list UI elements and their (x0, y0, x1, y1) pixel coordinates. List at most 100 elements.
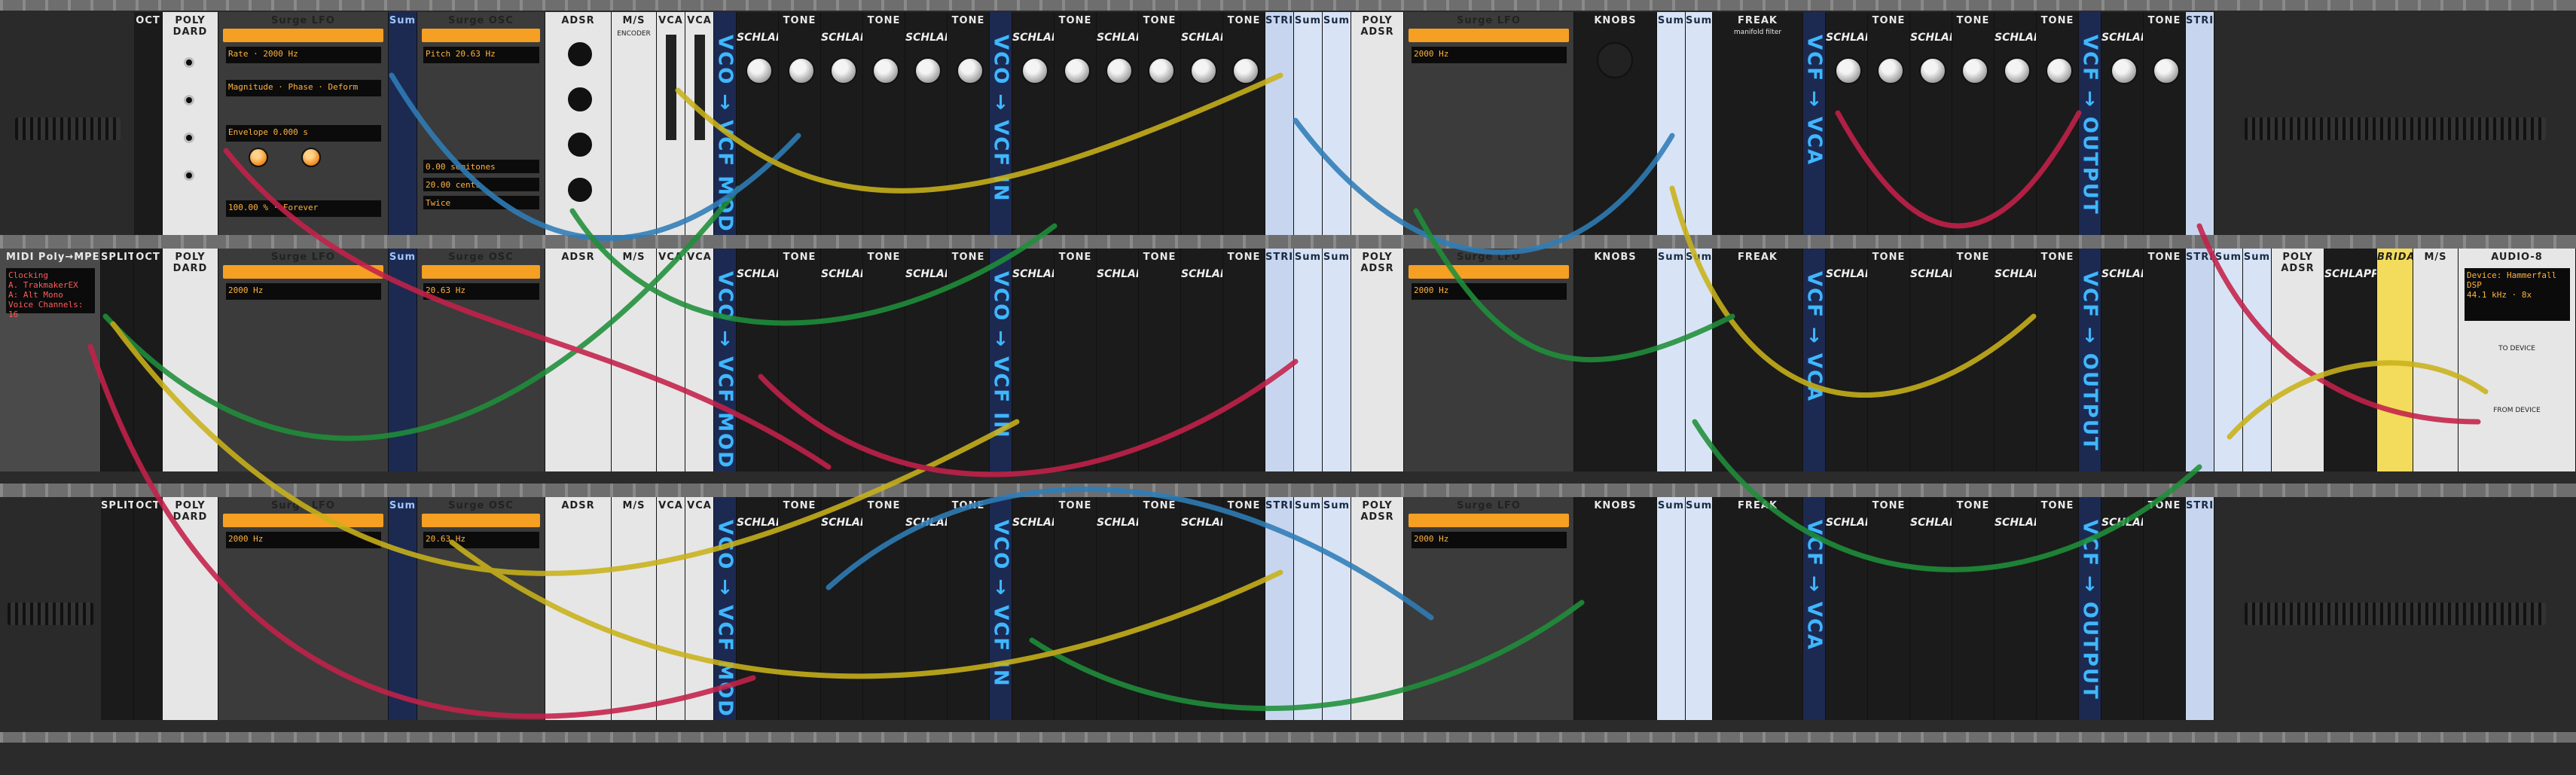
module-ms[interactable]: M/S (2413, 249, 2458, 471)
knob[interactable] (957, 57, 984, 84)
module-strip[interactable]: STRIP (1265, 12, 1294, 235)
pitch-display[interactable]: Pitch 20.63 Hz (423, 47, 539, 63)
module-schlappi[interactable]: SCHLAPPI (1826, 497, 1868, 720)
module-vca[interactable]: VCA (657, 249, 685, 471)
percent-display[interactable]: 100.00 % · Forever (226, 200, 381, 217)
module-knobs[interactable]: KNOBS (1574, 497, 1657, 720)
module-schlappi[interactable]: SCHLAPPI (737, 12, 779, 235)
module-surge-lfo[interactable]: Surge LFO 2000 Hz (1404, 12, 1574, 235)
module-vca[interactable]: VCA (657, 12, 685, 235)
module-poly-dard[interactable]: POLY DARD (163, 249, 218, 471)
module-knobs[interactable]: KNOBS (1574, 12, 1657, 235)
module-sum[interactable]: Sum (1323, 497, 1351, 720)
jack[interactable] (184, 57, 194, 68)
semitones-display[interactable]: 0.00 semitones (423, 160, 539, 173)
module-sum[interactable]: Sum (1294, 249, 1323, 471)
rate-display[interactable]: Rate · 2000 Hz (226, 47, 381, 63)
module-surge-lfo[interactable]: Surge LFO Rate · 2000 Hz Magnitude · Pha… (218, 12, 389, 235)
module-schlappi[interactable]: SCHLAPPI (1181, 249, 1223, 471)
module-surge-lfo[interactable]: Surge LFO 2000 Hz (1404, 497, 1574, 720)
knob[interactable] (746, 57, 773, 84)
module-tone[interactable]: TONE (863, 497, 905, 720)
module-adsr[interactable]: ADSR (545, 12, 612, 235)
module-tone[interactable]: TONE (2144, 12, 2186, 235)
module-sum[interactable]: Sum (1323, 12, 1351, 235)
module-sum[interactable]: Sum (2243, 249, 2272, 471)
module-surge-osc[interactable]: Surge OSC 20.63 Hz (417, 497, 545, 720)
module-schlappi[interactable]: SCHLAPPI (2101, 249, 2144, 471)
module-sum[interactable]: Sum (389, 497, 417, 720)
knob[interactable] (1835, 57, 1862, 84)
module-schlappi[interactable]: SCHLAPPI (1012, 497, 1055, 720)
knob[interactable] (249, 148, 268, 167)
attack-knob[interactable] (568, 42, 592, 66)
module-schlappi[interactable]: SCHLAPPI (1995, 249, 2037, 471)
module-schlappi[interactable]: SCHLAPPI (2324, 249, 2377, 471)
module-surge-osc[interactable]: Surge OSC 20.63 Hz (417, 249, 545, 471)
module-poly-dard[interactable]: POLY DARD (163, 12, 218, 235)
knob[interactable] (1919, 57, 1946, 84)
knob[interactable] (1961, 57, 1988, 84)
module-tone[interactable]: TONE (1055, 249, 1097, 471)
module-strip[interactable]: STRIP (1265, 249, 1294, 471)
module-schlappi[interactable]: SCHLAPPI (1012, 249, 1055, 471)
module-surge-lfo[interactable]: Surge LFO 2000 Hz (1404, 249, 1574, 471)
module-tone[interactable]: TONE (1223, 12, 1265, 235)
module-vca[interactable]: VCA (685, 497, 714, 720)
module-sum[interactable]: Sum (1657, 249, 1686, 471)
knob[interactable] (1597, 42, 1633, 78)
rate-display[interactable]: 2000 Hz (1412, 47, 1567, 63)
module-sum[interactable]: Sum (1657, 497, 1686, 720)
knob[interactable] (2111, 57, 2138, 84)
knob[interactable] (914, 57, 942, 84)
module-schlappi[interactable]: SCHLAPPI (1012, 12, 1055, 235)
module-schlappi[interactable]: SCHLAPPI (1910, 12, 1952, 235)
module-schlappi[interactable]: SCHLAPPI (1097, 12, 1139, 235)
module-tone[interactable]: TONE (1868, 249, 1910, 471)
jack[interactable] (184, 133, 194, 143)
module-tone[interactable]: TONE (2037, 249, 2079, 471)
module-ms[interactable]: M/S ENCODER (612, 12, 657, 235)
knob[interactable] (1877, 57, 1904, 84)
module-sum[interactable]: Sum (1686, 12, 1713, 235)
pitch-display[interactable]: 20.63 Hz (423, 532, 539, 548)
knob[interactable] (1021, 57, 1048, 84)
module-vca[interactable]: VCA (657, 497, 685, 720)
module-schlappi[interactable]: SCHLAPPI (1181, 12, 1223, 235)
knob[interactable] (872, 57, 899, 84)
knob[interactable] (2004, 57, 2031, 84)
knob[interactable] (788, 57, 815, 84)
module-tone[interactable]: TONE (2037, 497, 2079, 720)
module-poly-adsr[interactable]: POLY ADSR (2272, 249, 2324, 471)
module-schlappi[interactable]: SCHLAPPI (737, 249, 779, 471)
module-tone[interactable]: TONE (779, 497, 821, 720)
knob[interactable] (1064, 57, 1091, 84)
rate-display[interactable]: 2000 Hz (1412, 532, 1567, 548)
module-poly-adsr[interactable]: POLY ADSR (1351, 12, 1404, 235)
module-tone[interactable]: TONE (1139, 497, 1181, 720)
module-poly-adsr[interactable]: POLY ADSR (1351, 249, 1404, 471)
module-tone[interactable]: TONE (1223, 497, 1265, 720)
module-tone[interactable]: TONE (1055, 497, 1097, 720)
module-schlappi[interactable]: SCHLAPPI (1826, 12, 1868, 235)
module-tone[interactable]: TONE (1055, 12, 1097, 235)
module-poly-dard[interactable]: POLY DARD (163, 497, 218, 720)
knob[interactable] (1106, 57, 1133, 84)
module-strip[interactable]: STRIP (2186, 12, 2214, 235)
module-schlappi[interactable]: SCHLAPPI (821, 497, 863, 720)
release-knob[interactable] (568, 178, 592, 202)
jack[interactable] (184, 170, 194, 181)
module-tone[interactable]: TONE (863, 12, 905, 235)
module-audio-8[interactable]: AUDIO-8 Device: Hammerfall DSP 44.1 kHz … (2458, 249, 2576, 471)
module-schlappi[interactable]: SCHLAPPI (1097, 249, 1139, 471)
module-tone[interactable]: TONE (863, 249, 905, 471)
module-bridal[interactable]: BRIDAL (2377, 249, 2413, 471)
knob[interactable] (1148, 57, 1175, 84)
knob[interactable] (2153, 57, 2180, 84)
module-freak[interactable]: FREAK (1713, 249, 1803, 471)
magnitude-display[interactable]: Magnitude · Phase · Deform (226, 80, 381, 96)
midi-display[interactable]: Clocking A. TrakmakerEX A: Alt Mono Voic… (6, 268, 95, 319)
module-ms[interactable]: M/S (612, 497, 657, 720)
module-schlappi[interactable]: SCHLAPPI (2101, 12, 2144, 235)
module-tone[interactable]: TONE (1223, 249, 1265, 471)
